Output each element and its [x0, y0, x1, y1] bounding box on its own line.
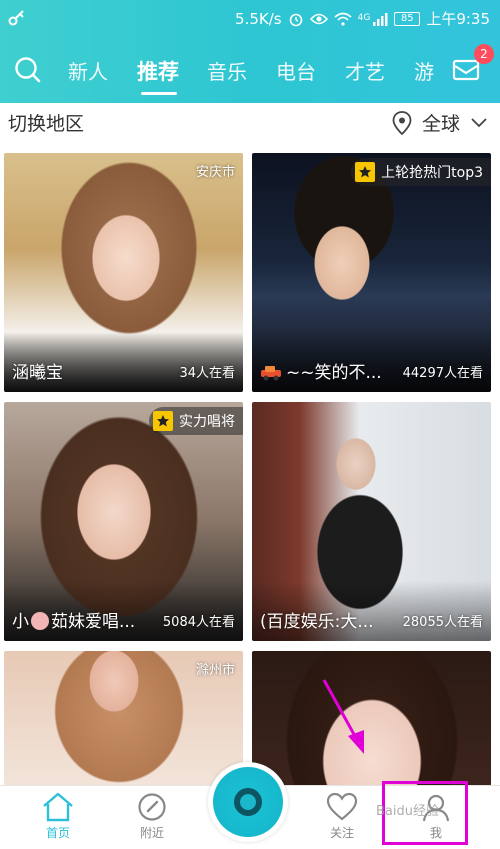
- viewer-count: 5084人在看: [162, 615, 235, 630]
- nav-home[interactable]: 首页: [23, 792, 93, 841]
- clock: 上午9:35: [426, 10, 490, 28]
- live-room-card[interactable]: 滁州市: [4, 651, 243, 785]
- live-room-card[interactable]: 安庆市 涵曦宝 34人在看: [4, 153, 243, 392]
- viewer-count: 34人在看: [179, 366, 235, 381]
- live-room-card[interactable]: 实力唱将 小茹妹爱唱... 5084人在看: [4, 402, 243, 641]
- wifi-icon: [334, 12, 352, 26]
- city-label: 滁州市: [195, 663, 235, 678]
- heart-icon: [326, 792, 358, 821]
- tab-recommend[interactable]: 推荐: [137, 56, 179, 86]
- tag-label: 实力唱将: [179, 414, 235, 430]
- talent-tag: 实力唱将: [149, 407, 243, 435]
- top-nav: 新人 推荐 音乐 电台 才艺 游 2: [0, 36, 500, 103]
- nav-nearby[interactable]: 附近: [117, 792, 187, 841]
- camera-lens-icon: [234, 788, 262, 816]
- streamer-name: ~~笑的不...: [286, 363, 382, 383]
- network-type: 4G: [357, 13, 371, 23]
- search-icon[interactable]: [14, 56, 42, 84]
- eye-icon: [309, 13, 328, 24]
- region-bar: 切换地区 全球: [0, 103, 500, 145]
- active-tab-indicator: [141, 92, 177, 95]
- pointer-arrow-icon: [322, 679, 364, 754]
- tag-label: 上轮抢热门top3: [381, 165, 483, 181]
- streamer-name: (百度娱乐:大...: [260, 612, 374, 632]
- tab-talent[interactable]: 才艺: [345, 56, 385, 85]
- signal-icon: [373, 12, 388, 26]
- streamer-name: 小茹妹爱唱...: [12, 612, 136, 632]
- tab-game[interactable]: 游: [414, 56, 434, 85]
- hot-tag: 上轮抢热门top3: [351, 158, 491, 186]
- go-live-button[interactable]: [208, 762, 288, 842]
- region-title: 切换地区: [8, 113, 85, 135]
- category-tabs: 新人 推荐 音乐 电台 才艺 游: [60, 36, 445, 103]
- viewer-count: 28055人在看: [402, 615, 483, 630]
- star-icon: [153, 411, 173, 431]
- nav-follow[interactable]: 关注: [307, 792, 377, 841]
- live-room-grid: 安庆市 涵曦宝 34人在看 上轮抢热门top3 ~~笑的不... 44297人在…: [0, 145, 500, 785]
- battery-indicator: 85: [394, 11, 421, 26]
- chevron-down-icon: [471, 117, 487, 127]
- alarm-icon: [289, 13, 302, 26]
- home-icon: [43, 792, 73, 822]
- top-bar: 5.5K/s 4G 85 上午9:35 新人 推荐 音乐 电台 才艺 游 2: [0, 0, 500, 103]
- streamer-name: 涵曦宝: [12, 363, 63, 383]
- compass-icon: [138, 793, 166, 821]
- status-bar: 5.5K/s 4G 85 上午9:35: [0, 0, 500, 36]
- tab-radio[interactable]: 电台: [276, 56, 316, 85]
- region-selector[interactable]: 全球: [392, 109, 488, 136]
- region-value: 全球: [421, 113, 460, 135]
- location-pin-icon: [392, 110, 412, 135]
- pig-emoji-icon: [31, 612, 49, 630]
- mail-badge: 2: [474, 44, 494, 64]
- city-label: 安庆市: [195, 165, 235, 180]
- star-icon: [355, 162, 376, 182]
- network-speed: 5.5K/s: [235, 9, 282, 28]
- viewer-count: 44297人在看: [402, 366, 483, 381]
- car-icon: [261, 366, 281, 381]
- watermark: Baidu经验: [376, 804, 439, 819]
- tab-music[interactable]: 音乐: [207, 56, 247, 85]
- key-icon: [8, 10, 24, 26]
- tab-new[interactable]: 新人: [68, 56, 108, 85]
- live-room-card[interactable]: (百度娱乐:大... 28055人在看: [252, 402, 491, 641]
- live-room-card[interactable]: 上轮抢热门top3 ~~笑的不... 44297人在看: [252, 153, 491, 392]
